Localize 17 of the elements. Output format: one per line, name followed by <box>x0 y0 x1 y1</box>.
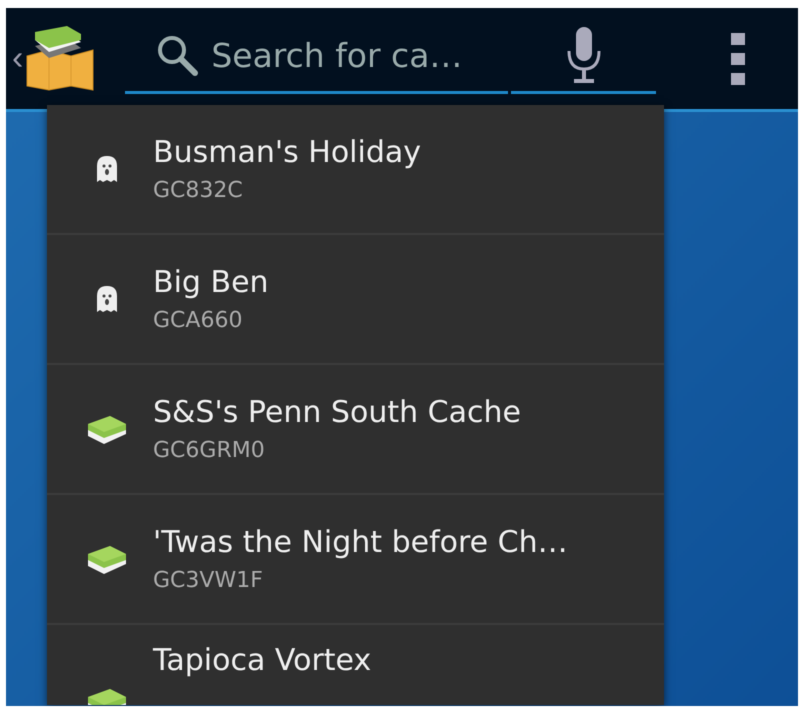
cache-code: GC6GRM0 <box>153 438 266 463</box>
suggestion-item[interactable]: 'Twas the Night before Ch… GC3VW1F <box>47 495 664 625</box>
home-button[interactable]: ‹ <box>12 26 98 92</box>
cache-code: GC3VW1F <box>153 568 264 593</box>
cache-name: S&S's Penn South Cache <box>153 395 521 430</box>
cache-name: Tapioca Vortex <box>153 643 372 678</box>
search-field[interactable]: Search for ca… <box>209 34 504 76</box>
suggestion-item[interactable]: S&S's Penn South Cache GC6GRM0 <box>47 365 664 495</box>
cache-name: Busman's Holiday <box>153 135 422 170</box>
suggestion-item[interactable]: Tapioca Vortex <box>47 625 664 705</box>
cache-code: GCA660 <box>153 308 244 333</box>
search-icon <box>155 33 200 77</box>
suggestion-item[interactable]: Big Ben GCA660 <box>47 235 664 365</box>
cache-name: 'Twas the Night before Ch… <box>153 525 568 560</box>
cache-code: GC832C <box>153 178 244 203</box>
suggestion-item[interactable]: Busman's Holiday GC832C <box>47 105 664 235</box>
cache-name: Big Ben <box>153 265 269 300</box>
